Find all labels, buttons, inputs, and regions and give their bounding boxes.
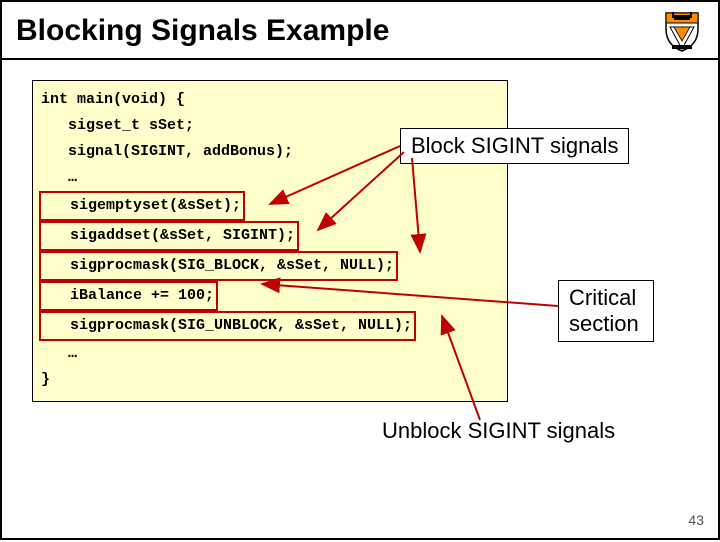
title-bar: Blocking Signals Example bbox=[2, 2, 718, 60]
code-line-0: int main(void) { bbox=[41, 87, 499, 113]
code-line-9: … bbox=[41, 341, 499, 367]
code-line-6: sigprocmask(SIG_BLOCK, &sSet, NULL); bbox=[41, 251, 499, 281]
red-box-sigempty: sigemptyset(&sSet); bbox=[39, 191, 245, 221]
red-box-block: sigprocmask(SIG_BLOCK, &sSet, NULL); bbox=[39, 251, 398, 281]
label-unblock-sigint: Unblock SIGINT signals bbox=[382, 418, 615, 444]
page-number: 43 bbox=[688, 512, 704, 528]
label-critical-2: section bbox=[569, 311, 643, 337]
red-box-balance: iBalance += 100; bbox=[39, 281, 218, 311]
slide: Blocking Signals Example int main(void) … bbox=[0, 0, 720, 540]
code-line-10: } bbox=[41, 367, 499, 393]
code-line-3: … bbox=[41, 165, 499, 191]
code-line-7: iBalance += 100; bbox=[41, 281, 499, 311]
slide-title: Blocking Signals Example bbox=[16, 14, 389, 48]
label-block-sigint: Block SIGINT signals bbox=[400, 128, 629, 164]
code-line-5: sigaddset(&sSet, SIGINT); bbox=[41, 221, 499, 251]
code-line-4: sigemptyset(&sSet); bbox=[41, 191, 499, 221]
label-critical-1: Critical bbox=[569, 285, 643, 311]
red-box-sigadd: sigaddset(&sSet, SIGINT); bbox=[39, 221, 299, 251]
code-line-8: sigprocmask(SIG_UNBLOCK, &sSet, NULL); bbox=[41, 311, 499, 341]
label-critical-section: Critical section bbox=[558, 280, 654, 342]
princeton-shield-icon bbox=[660, 9, 704, 53]
red-box-unblock: sigprocmask(SIG_UNBLOCK, &sSet, NULL); bbox=[39, 311, 416, 341]
